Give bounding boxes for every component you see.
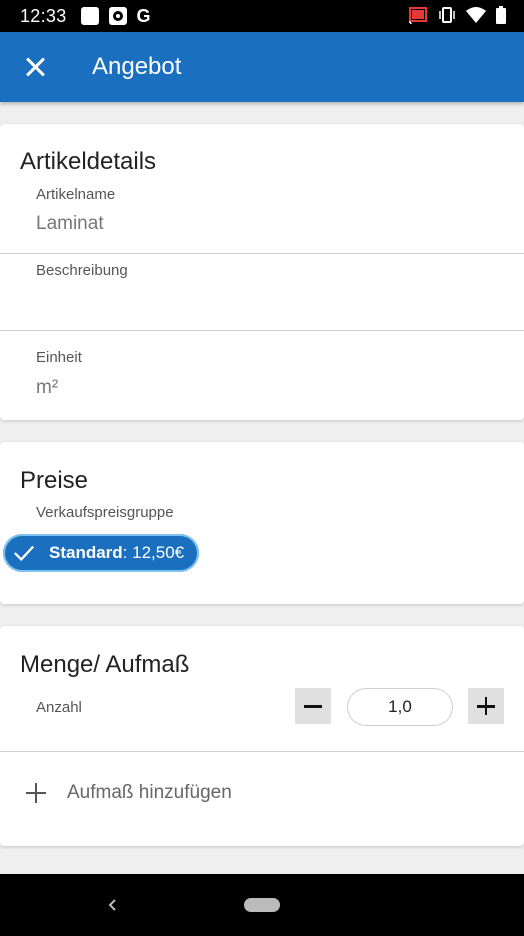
quantity-field[interactable]: 1,0 [347, 688, 453, 726]
home-button[interactable] [244, 898, 280, 912]
close-icon[interactable] [24, 55, 48, 79]
decrement-button[interactable] [295, 688, 331, 724]
article-name-label: Artikelname [36, 186, 116, 203]
vibrate-icon [439, 7, 455, 23]
unit-label: Einheit [36, 349, 82, 366]
plus-icon [26, 783, 46, 803]
add-measurement-label: Aufmaß hinzufügen [67, 782, 232, 803]
back-icon[interactable] [106, 898, 120, 912]
price-group-chip[interactable]: Standard: 12,50€ [3, 534, 199, 572]
count-label: Anzahl [36, 699, 82, 716]
divider [0, 330, 524, 331]
minus-icon [304, 705, 322, 708]
status-icons [408, 6, 506, 24]
prices-card: Preise Verkaufspreisgruppe Standard: 12,… [0, 442, 524, 604]
battery-icon [496, 6, 506, 24]
chip-price: : 12,50€ [122, 543, 185, 562]
description-label: Beschreibung [36, 262, 128, 279]
page-title: Angebot [92, 53, 182, 80]
check-icon [14, 545, 35, 562]
description-field[interactable] [36, 289, 506, 313]
app-bar: Angebot [0, 32, 524, 102]
plus-icon-v [484, 697, 488, 715]
google-icon: G [136, 5, 151, 26]
quantity-heading: Menge/ Aufmaß [20, 651, 190, 678]
chip-name: Standard [49, 543, 123, 562]
notification-square-icon [80, 7, 99, 25]
add-measurement-button[interactable]: Aufmaß hinzufügen [0, 752, 524, 836]
notification-camera-icon [108, 7, 127, 25]
navigation-bar [0, 874, 524, 936]
unit-field[interactable]: m² [36, 377, 58, 399]
article-details-heading: Artikeldetails [20, 148, 157, 175]
status-bar: 12:33 G [0, 0, 524, 32]
status-time: 12:33 [20, 5, 67, 26]
increment-button[interactable] [468, 688, 504, 724]
wifi-icon [466, 7, 486, 23]
prices-heading: Preise [20, 467, 89, 494]
article-details-card: Artikeldetails Artikelname Laminat Besch… [0, 124, 524, 420]
divider [0, 253, 524, 254]
article-name-field[interactable]: Laminat [36, 213, 104, 235]
chip-label: Standard: 12,50€ [49, 543, 184, 563]
price-group-label: Verkaufspreisgruppe [36, 504, 174, 521]
cast-icon [408, 7, 427, 24]
